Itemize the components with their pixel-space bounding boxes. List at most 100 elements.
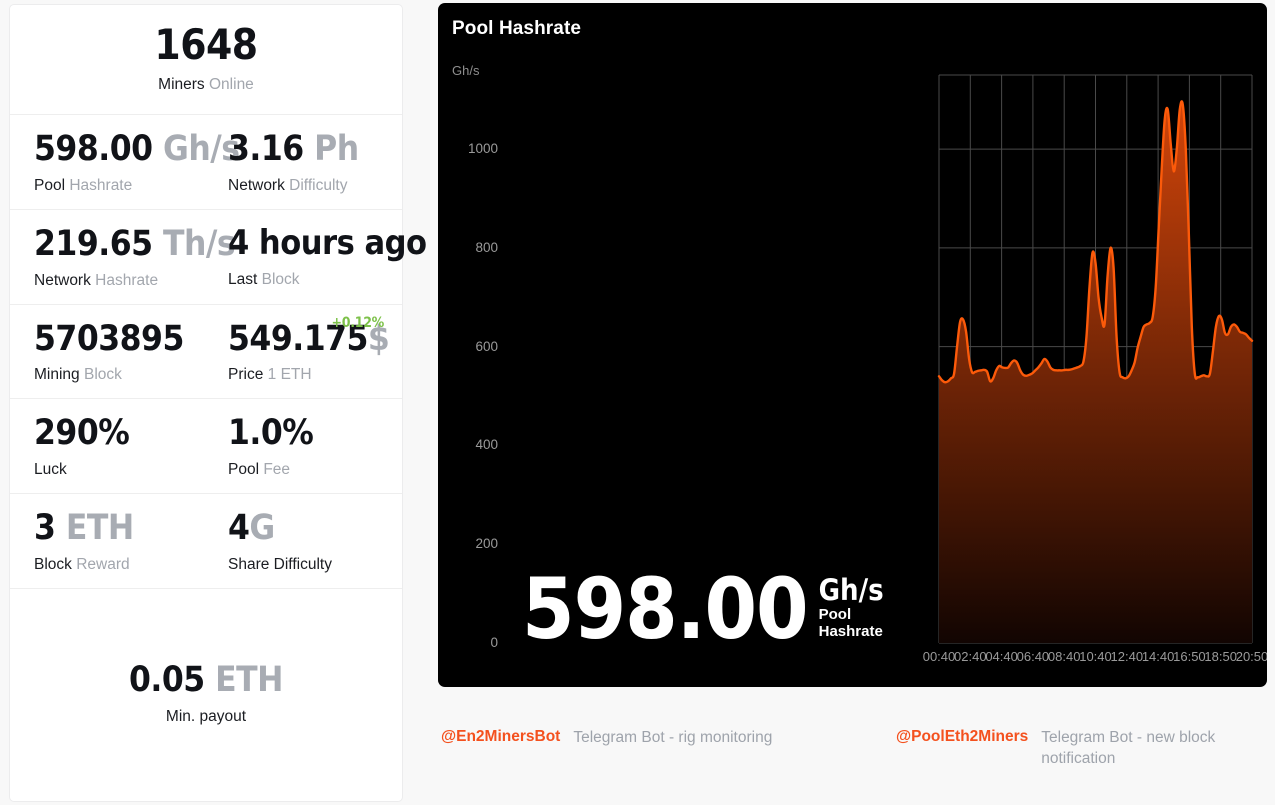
stat-last-block: 4 hours ago Last Block bbox=[206, 210, 427, 304]
pool-fee-label-muted: Fee bbox=[263, 461, 291, 479]
footer-links: @En2MinersBot Telegram Bot - rig monitor… bbox=[438, 728, 1267, 770]
network-hashrate-value: 219.65 Th/s bbox=[34, 223, 236, 264]
stat-row-luck-fee: 290% Luck 1.0% Pool Fee bbox=[10, 399, 402, 495]
mining-block-value: 5703895 bbox=[34, 318, 206, 359]
pool-hashrate-label-muted: Hashrate bbox=[69, 176, 133, 194]
x-axis-tick-label: 20:50 bbox=[1235, 649, 1267, 664]
min-payout-label-strong: Min. payout bbox=[165, 707, 247, 725]
network-difficulty-label: Network Difficulty bbox=[228, 177, 402, 195]
network-hashrate-number: 219.65 bbox=[34, 223, 153, 264]
x-axis-tick-label: 08:40 bbox=[1047, 649, 1081, 664]
block-reward-value: 3 ETH bbox=[34, 510, 206, 547]
stat-price: +0.12% 549.175$ Price 1 ETH bbox=[206, 305, 402, 399]
luck-number: 290% bbox=[34, 413, 130, 454]
y-axis-ticks: 0 200 400 600 800 1000 bbox=[440, 3, 498, 687]
luck-value: 290% bbox=[34, 415, 206, 452]
pool-stats-card: 1648 Miners Online 598.00 Gh/s Pool Hash… bbox=[9, 4, 427, 802]
dashboard-page: 1648 Miners Online 598.00 Gh/s Pool Hash… bbox=[0, 0, 1275, 805]
telegram-bot-link-pooleth2miners[interactable]: @PoolEth2Miners bbox=[896, 728, 1028, 746]
price-change-badge: +0.12% bbox=[331, 314, 385, 331]
network-hashrate-label-strong: Network bbox=[34, 271, 91, 289]
pool-hashrate-number: 598.00 bbox=[34, 129, 153, 170]
luck-label-strong: Luck bbox=[34, 461, 67, 479]
share-difficulty-label-strong: Share Difficulty bbox=[228, 555, 332, 573]
stat-row-min-payout: 0.05 ETH Min. payout bbox=[10, 589, 402, 801]
network-difficulty-value: 3.16 Ph bbox=[228, 131, 402, 168]
luck-label: Luck bbox=[34, 461, 206, 479]
share-difficulty-value: 4G bbox=[228, 510, 402, 547]
x-axis-tick-label: 10:40 bbox=[1079, 649, 1112, 664]
pool-fee-label-strong: Pool bbox=[228, 461, 260, 479]
stat-row-network-lastblock: 219.65 Th/s Network Hashrate 4 hours ago… bbox=[10, 210, 427, 305]
miners-online-label-strong: Miners bbox=[158, 76, 205, 94]
x-axis-tick-label: 14:40 bbox=[1141, 649, 1175, 664]
network-difficulty-label-muted: Difficulty bbox=[289, 176, 348, 194]
stat-network-hashrate: 219.65 Th/s Network Hashrate bbox=[10, 210, 236, 304]
footer-item-rig-monitoring: @En2MinersBot Telegram Bot - rig monitor… bbox=[438, 728, 868, 770]
miners-online-number: 1648 bbox=[154, 20, 258, 69]
hashrate-area-chart[interactable] bbox=[438, 3, 1267, 687]
last-block-value: 4 hours ago bbox=[228, 225, 427, 262]
block-reward-label: Block Reward bbox=[34, 556, 206, 574]
pool-fee-label: Pool Fee bbox=[228, 461, 402, 479]
last-block-number: 4 hours ago bbox=[228, 222, 427, 263]
stat-pool-fee: 1.0% Pool Fee bbox=[206, 399, 402, 493]
stat-pool-hashrate: 598.00 Gh/s Pool Hashrate bbox=[10, 115, 240, 209]
min-payout-unit: ETH bbox=[215, 660, 284, 701]
x-axis-ticks: 00:40 02:40 04:40 06:40 08:40 10:40 12:40 14:40… bbox=[438, 649, 1267, 679]
miners-online-label-muted: Online bbox=[209, 76, 254, 94]
stat-row-block-price: 5703895 Mining Block +0.12% 549.175$ Pri… bbox=[10, 305, 402, 400]
mining-block-label: Mining Block bbox=[34, 366, 206, 384]
stat-miners-online: 1648 Miners Online bbox=[10, 5, 402, 114]
miners-online-label: Miners Online bbox=[20, 76, 392, 94]
plot-area[interactable] bbox=[438, 3, 1267, 687]
min-payout-number: 0.05 bbox=[128, 660, 205, 701]
min-payout-value: 0.05 ETH bbox=[20, 662, 392, 699]
stat-row-reward-sharediff: 3 ETH Block Reward 4G Share Difficulty bbox=[10, 494, 402, 589]
last-block-label-strong: Last bbox=[228, 270, 258, 288]
share-difficulty-number: 4 bbox=[228, 508, 250, 549]
stat-row-miners-online: 1648 Miners Online bbox=[10, 5, 402, 116]
y-axis-tick-label: 200 bbox=[475, 536, 498, 552]
network-difficulty-number: 3.16 bbox=[228, 129, 304, 170]
y-axis-tick-label: 1000 bbox=[467, 141, 498, 157]
x-axis-tick-label: 00:40 bbox=[922, 649, 956, 664]
footer-item-new-block-notification: @PoolEth2Miners Telegram Bot - new block… bbox=[868, 728, 1258, 770]
telegram-bot-link-en2minersbot[interactable]: @En2MinersBot bbox=[441, 728, 560, 746]
pool-fee-value: 1.0% bbox=[228, 415, 402, 452]
stat-mining-block: 5703895 Mining Block bbox=[10, 305, 206, 399]
block-reward-number: 3 bbox=[34, 508, 56, 549]
min-payout-label: Min. payout bbox=[20, 708, 392, 726]
telegram-bot-description-new-block: Telegram Bot - new block notification bbox=[1041, 729, 1216, 767]
block-reward-unit: ETH bbox=[65, 508, 134, 549]
x-axis-tick-label: 16:50 bbox=[1173, 649, 1206, 664]
pool-hashrate-value: 598.00 Gh/s bbox=[34, 129, 240, 170]
stat-luck: 290% Luck bbox=[10, 399, 206, 493]
price-label-strong: Price bbox=[228, 366, 264, 384]
last-block-label-muted: Block bbox=[261, 270, 300, 288]
share-difficulty-unit: G bbox=[249, 508, 275, 549]
mining-block-label-muted: Block bbox=[83, 366, 122, 384]
share-difficulty-label: Share Difficulty bbox=[228, 556, 402, 574]
x-axis-tick-label: 18:50 bbox=[1204, 649, 1237, 664]
block-reward-label-muted: Reward bbox=[76, 555, 130, 573]
stat-share-difficulty: 4G Share Difficulty bbox=[206, 494, 402, 588]
stat-min-payout: 0.05 ETH Min. payout bbox=[10, 644, 402, 746]
network-difficulty-label-strong: Network bbox=[228, 176, 285, 194]
price-label: Price 1 ETH bbox=[228, 366, 402, 384]
stat-row-hashrate-difficulty: 598.00 Gh/s Pool Hashrate 3.16 Ph Networ… bbox=[10, 115, 402, 210]
pool-fee-number: 1.0% bbox=[228, 413, 314, 454]
stat-block-reward: 3 ETH Block Reward bbox=[10, 494, 206, 588]
chart-column: Pool Hashrate Gh/s 0 200 400 600 800 1000 00:… bbox=[438, 3, 1268, 803]
x-axis-tick-label: 12:40 bbox=[1110, 649, 1144, 664]
pool-hashrate-chart-card: Pool Hashrate Gh/s 0 200 400 600 800 1000 00:… bbox=[438, 3, 1267, 687]
pool-hashrate-label: Pool Hashrate bbox=[34, 177, 206, 195]
y-axis-tick-label: 0 bbox=[490, 635, 498, 650]
mining-block-label-strong: Mining bbox=[34, 366, 80, 384]
y-axis-tick-label: 800 bbox=[475, 239, 498, 255]
last-block-label: Last Block bbox=[228, 271, 402, 289]
network-hashrate-label-muted: Hashrate bbox=[95, 271, 159, 289]
x-axis-tick-label: 06:40 bbox=[1016, 649, 1050, 664]
mining-block-number: 5703895 bbox=[34, 318, 184, 359]
y-axis-tick-label: 600 bbox=[475, 338, 498, 354]
